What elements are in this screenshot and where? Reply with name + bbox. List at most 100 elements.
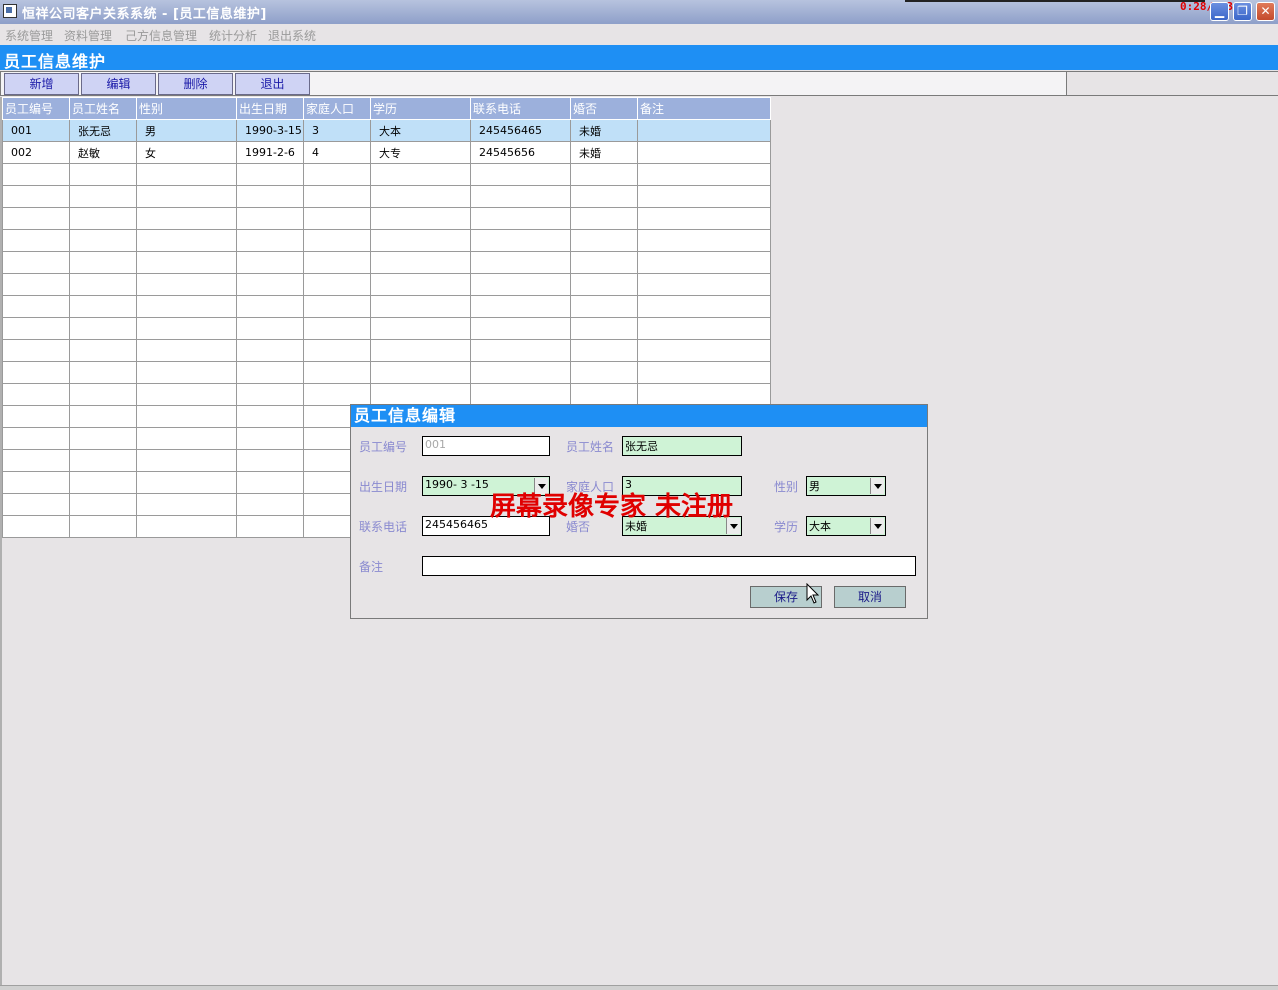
cell[interactable] bbox=[236, 273, 304, 296]
col-header-education[interactable]: 学历 bbox=[370, 97, 471, 120]
cell[interactable] bbox=[136, 185, 237, 208]
close-button[interactable]: ✕ bbox=[1256, 2, 1275, 21]
cell[interactable] bbox=[370, 339, 471, 362]
cell[interactable] bbox=[69, 251, 137, 274]
cell[interactable] bbox=[470, 361, 571, 384]
cell[interactable] bbox=[236, 207, 304, 230]
cell[interactable] bbox=[69, 449, 137, 472]
table-row[interactable] bbox=[2, 339, 771, 362]
menu-own-info[interactable]: 己方信息管理 bbox=[125, 27, 197, 44]
cell[interactable] bbox=[136, 251, 237, 274]
col-header-emp-id[interactable]: 员工编号 bbox=[2, 97, 70, 120]
table-row[interactable] bbox=[2, 361, 771, 384]
cell[interactable] bbox=[303, 339, 371, 362]
cell[interactable] bbox=[69, 471, 137, 494]
chevron-down-icon[interactable] bbox=[870, 518, 884, 534]
cell[interactable] bbox=[370, 317, 471, 340]
cell[interactable] bbox=[637, 163, 771, 186]
cell[interactable] bbox=[303, 317, 371, 340]
cell[interactable] bbox=[2, 471, 70, 494]
cell[interactable] bbox=[236, 515, 304, 538]
emp-id-field[interactable]: 001 bbox=[422, 436, 550, 456]
cell[interactable] bbox=[470, 185, 571, 208]
cell[interactable] bbox=[236, 471, 304, 494]
cell[interactable] bbox=[136, 383, 237, 406]
cell[interactable] bbox=[470, 251, 571, 274]
cell[interactable] bbox=[637, 251, 771, 274]
cell[interactable] bbox=[570, 251, 638, 274]
cell[interactable] bbox=[69, 383, 137, 406]
cell[interactable] bbox=[470, 383, 571, 406]
minimize-button[interactable]: ▁ bbox=[1210, 2, 1229, 21]
cell[interactable] bbox=[2, 427, 70, 450]
cell[interactable] bbox=[2, 295, 70, 318]
cancel-button[interactable]: 取消 bbox=[834, 586, 906, 608]
cell[interactable] bbox=[69, 317, 137, 340]
add-button[interactable]: 新增 bbox=[4, 73, 79, 95]
cell[interactable]: 女 bbox=[136, 141, 237, 164]
cell[interactable] bbox=[370, 273, 471, 296]
cell[interactable] bbox=[136, 163, 237, 186]
cell[interactable] bbox=[637, 185, 771, 208]
cell[interactable] bbox=[570, 229, 638, 252]
table-row[interactable] bbox=[2, 229, 771, 252]
delete-button[interactable]: 删除 bbox=[158, 73, 233, 95]
cell[interactable] bbox=[470, 229, 571, 252]
cell[interactable]: 1990-3-15 bbox=[236, 119, 304, 142]
col-header-birth[interactable]: 出生日期 bbox=[236, 97, 304, 120]
cell[interactable]: 大本 bbox=[370, 119, 471, 142]
cell[interactable] bbox=[470, 273, 571, 296]
cell[interactable] bbox=[303, 207, 371, 230]
cell[interactable]: 245456465 bbox=[470, 119, 571, 142]
cell[interactable] bbox=[570, 361, 638, 384]
col-header-gender[interactable]: 性别 bbox=[136, 97, 237, 120]
cell[interactable] bbox=[637, 317, 771, 340]
app-icon[interactable] bbox=[3, 4, 17, 18]
cell[interactable] bbox=[2, 339, 70, 362]
col-header-married[interactable]: 婚否 bbox=[570, 97, 638, 120]
cell[interactable] bbox=[136, 229, 237, 252]
col-header-remark[interactable]: 备注 bbox=[637, 97, 771, 120]
cell[interactable] bbox=[2, 405, 70, 428]
table-row[interactable] bbox=[2, 185, 771, 208]
cell[interactable] bbox=[69, 185, 137, 208]
cell[interactable] bbox=[303, 273, 371, 296]
cell[interactable] bbox=[2, 361, 70, 384]
edit-button[interactable]: 编辑 bbox=[81, 73, 156, 95]
cell[interactable] bbox=[370, 207, 471, 230]
cell[interactable] bbox=[637, 119, 771, 142]
cell[interactable] bbox=[236, 449, 304, 472]
emp-name-field[interactable]: 张无忌 bbox=[622, 436, 742, 456]
cell[interactable]: 002 bbox=[2, 141, 70, 164]
cell[interactable] bbox=[236, 295, 304, 318]
cell[interactable] bbox=[370, 229, 471, 252]
cell[interactable] bbox=[570, 317, 638, 340]
cell[interactable] bbox=[236, 185, 304, 208]
cell[interactable] bbox=[2, 383, 70, 406]
gender-select[interactable]: 男 bbox=[806, 476, 886, 496]
cell[interactable] bbox=[2, 163, 70, 186]
cell[interactable] bbox=[303, 229, 371, 252]
table-row[interactable] bbox=[2, 295, 771, 318]
chevron-down-icon[interactable] bbox=[870, 478, 884, 494]
cell[interactable] bbox=[2, 251, 70, 274]
cell[interactable] bbox=[570, 383, 638, 406]
cell[interactable] bbox=[136, 295, 237, 318]
cell[interactable] bbox=[236, 361, 304, 384]
cell[interactable] bbox=[69, 361, 137, 384]
cell[interactable] bbox=[637, 295, 771, 318]
cell[interactable] bbox=[370, 185, 471, 208]
cell[interactable] bbox=[136, 273, 237, 296]
cell[interactable] bbox=[69, 163, 137, 186]
cell[interactable] bbox=[136, 339, 237, 362]
cell[interactable] bbox=[69, 295, 137, 318]
cell[interactable] bbox=[370, 361, 471, 384]
cell[interactable] bbox=[2, 493, 70, 516]
table-row[interactable]: 001 张无忌 男 1990-3-15 3 大本 245456465 未婚 bbox=[2, 119, 771, 142]
cell[interactable] bbox=[370, 295, 471, 318]
cell[interactable]: 1991-2-6 bbox=[236, 141, 304, 164]
col-header-emp-name[interactable]: 员工姓名 bbox=[69, 97, 137, 120]
cell[interactable] bbox=[236, 339, 304, 362]
cell[interactable]: 大专 bbox=[370, 141, 471, 164]
col-header-phone[interactable]: 联系电话 bbox=[470, 97, 571, 120]
